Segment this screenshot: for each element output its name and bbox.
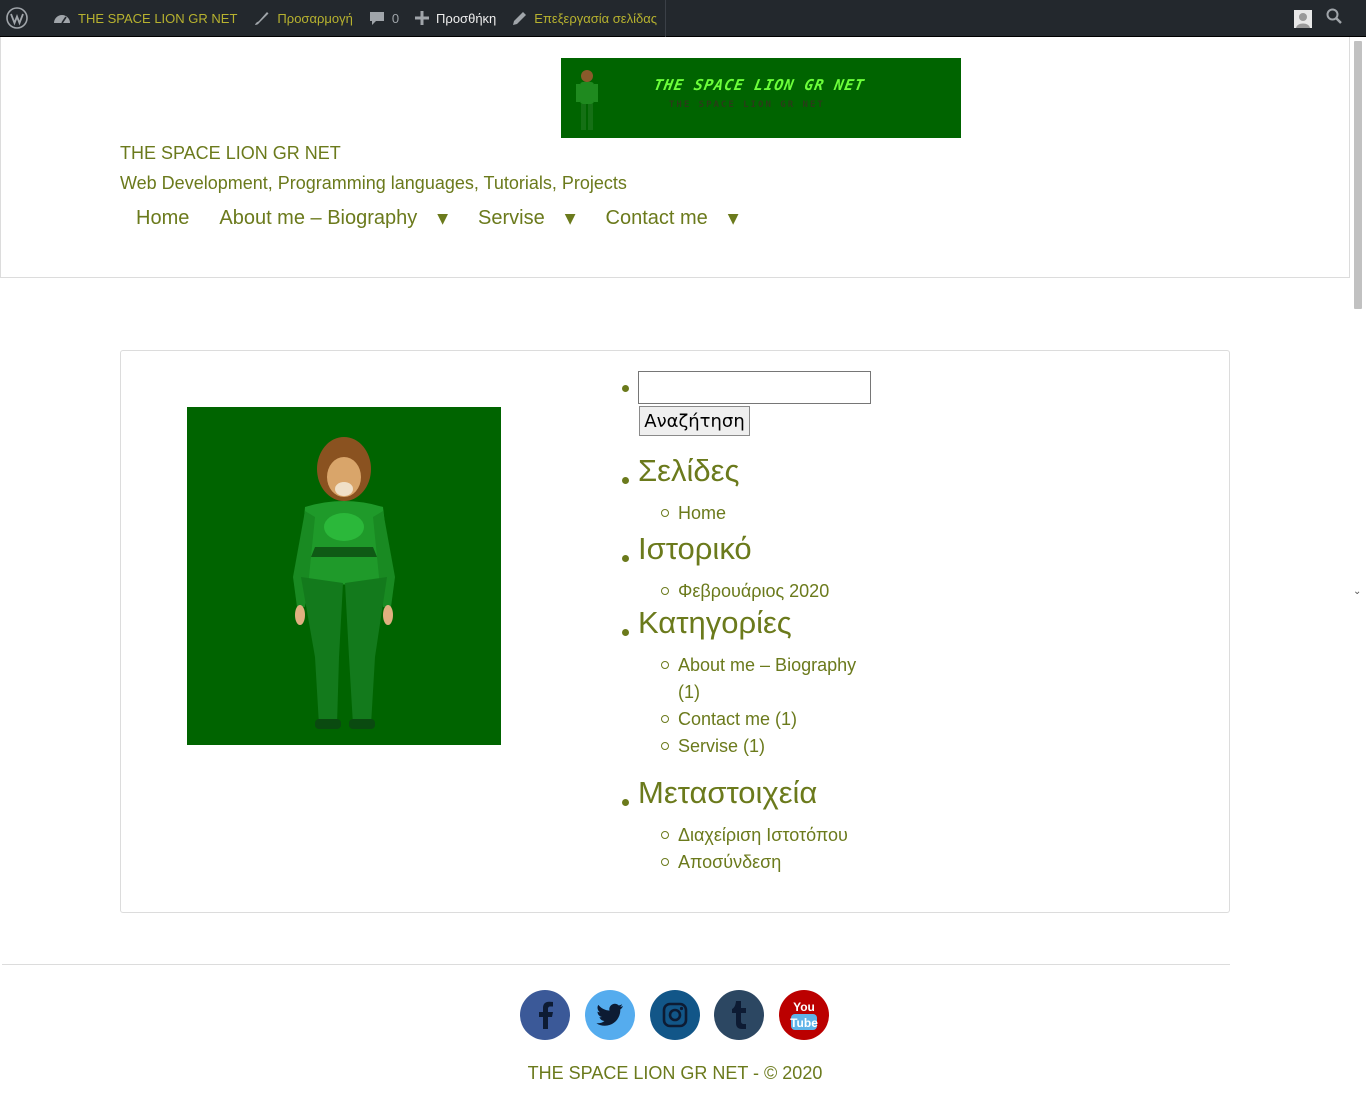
facebook-button[interactable]	[520, 990, 570, 1040]
avatar-icon	[1294, 9, 1312, 28]
widget-title-categories: Κατηγορίες	[638, 605, 792, 640]
customize-link[interactable]: Προσαρμογή	[245, 0, 360, 37]
pencil-icon	[513, 11, 527, 25]
nav-item-label: Home	[136, 207, 190, 229]
nav-item-contact[interactable]: Contact me ▼	[606, 207, 739, 230]
widget-title-meta: Μεταστοιχεία	[638, 775, 818, 810]
facebook-icon	[539, 1001, 553, 1029]
sublist-bullet	[661, 715, 669, 723]
youtube-button[interactable]: You Tube	[779, 990, 829, 1040]
youtube-icon: You Tube	[790, 1000, 818, 1030]
page-scrollbar[interactable]: ⌄	[1350, 37, 1366, 1096]
instagram-button[interactable]	[650, 990, 700, 1040]
sublist-bullet	[661, 742, 669, 750]
list-bullet	[622, 799, 629, 806]
category-link-servise[interactable]: Servise (1)	[678, 733, 765, 760]
category-link-contact[interactable]: Contact me (1)	[678, 706, 797, 733]
admin-search-button[interactable]	[1326, 8, 1342, 29]
sublist-bullet	[661, 831, 669, 839]
comments-link[interactable]: 0	[361, 0, 407, 37]
scrollbar-thumb[interactable]	[1354, 41, 1362, 309]
list-bullet	[622, 555, 629, 562]
list-bullet	[622, 385, 629, 392]
sublist-bullet	[661, 509, 669, 517]
list-bullet	[622, 629, 629, 636]
banner-lion-figure	[576, 70, 598, 130]
tumblr-button[interactable]	[714, 990, 764, 1040]
list-bullet	[622, 477, 629, 484]
dropdown-caret-icon[interactable]: ▼	[437, 211, 448, 227]
search-icon	[1326, 8, 1342, 24]
edit-page-link[interactable]: Επεξεργασία σελίδας	[504, 0, 667, 37]
site-title[interactable]: THE SPACE LION GR NET	[120, 143, 341, 164]
nav-item-home[interactable]: Home	[136, 207, 189, 230]
site-header: THE SPACE LION GR NET THE SPACE LION GR …	[0, 37, 1350, 278]
archive-link[interactable]: Φεβρουάριος 2020	[678, 578, 829, 605]
instagram-icon	[662, 1002, 688, 1028]
dropdown-caret-icon[interactable]: ▼	[565, 211, 576, 227]
banner-reflection-text: THE SPACE LION GR NET	[669, 100, 825, 110]
widget-title-pages: Σελίδες	[638, 453, 740, 488]
twitter-button[interactable]	[585, 990, 635, 1040]
footer-divider	[2, 964, 1230, 965]
main-navigation: Home About me – Biography ▼ Servise ▼ Co…	[136, 207, 769, 230]
nav-item-servise[interactable]: Servise ▼	[478, 207, 575, 230]
site-description: Web Development, Programming languages, …	[120, 173, 627, 193]
widget-title-archives: Ιστορικό	[638, 531, 752, 566]
nav-item-label: Contact me	[605, 207, 708, 229]
comments-count: 0	[391, 10, 400, 26]
category-link-about[interactable]: About me – Biography	[678, 652, 856, 679]
user-avatar-button[interactable]	[1294, 9, 1312, 28]
admin-bar: THE SPACE LION GR NET Προσαρμογή 0 Προσθ…	[0, 0, 1366, 37]
scroll-down-icon[interactable]: ⌄	[1353, 586, 1361, 597]
dropdown-caret-icon[interactable]: ▼	[728, 211, 739, 227]
banner-title-text: THE SPACE LION GR NET	[652, 76, 867, 94]
site-name-link[interactable]: THE SPACE LION GR NET	[43, 0, 245, 37]
dashboard-icon	[54, 15, 70, 24]
nav-item-about[interactable]: About me – Biography ▼	[219, 207, 448, 230]
meta-link-admin[interactable]: Διαχείριση Ιστοτόπου	[678, 822, 848, 849]
customize-label: Προσαρμογή	[277, 10, 353, 26]
wordpress-icon	[6, 7, 28, 29]
search-button[interactable]: Αναζήτηση	[639, 406, 750, 436]
sublist-bullet	[661, 858, 669, 866]
header-banner-image[interactable]: THE SPACE LION GR NET THE SPACE LION GR …	[561, 58, 961, 138]
comment-icon	[369, 12, 384, 25]
sublist-bullet	[661, 661, 669, 669]
copyright-text: THE SPACE LION GR NET - © 2020	[527, 1063, 823, 1083]
space-lion-image[interactable]	[187, 407, 501, 745]
site-name-label: THE SPACE LION GR NET	[78, 10, 238, 26]
plus-icon	[415, 11, 430, 25]
add-new-link[interactable]: Προσθήκη	[407, 0, 504, 37]
edit-page-label: Επεξεργασία σελίδας	[534, 10, 658, 26]
svg-text:You: You	[793, 1000, 815, 1014]
svg-text:Tube: Tube	[790, 1016, 818, 1030]
search-input[interactable]	[638, 371, 871, 404]
sublist-bullet	[661, 587, 669, 595]
twitter-icon	[596, 1003, 623, 1026]
meta-link-logout[interactable]: Αποσύνδεση	[678, 849, 781, 876]
pages-link-home[interactable]: Home	[678, 500, 726, 527]
wordpress-logo-button[interactable]	[0, 0, 43, 37]
paintbrush-icon	[255, 11, 269, 25]
content-box: Αναζήτηση Σελίδες Home Ιστορικό Φεβρουάρ…	[120, 350, 1230, 913]
category-count-about: (1)	[678, 682, 700, 702]
lion-figure-illustration	[293, 437, 395, 729]
nav-item-label: Servise	[478, 207, 545, 229]
nav-item-label: About me – Biography	[219, 207, 418, 229]
tumblr-icon	[732, 1001, 746, 1029]
add-new-label: Προσθήκη	[436, 10, 497, 26]
